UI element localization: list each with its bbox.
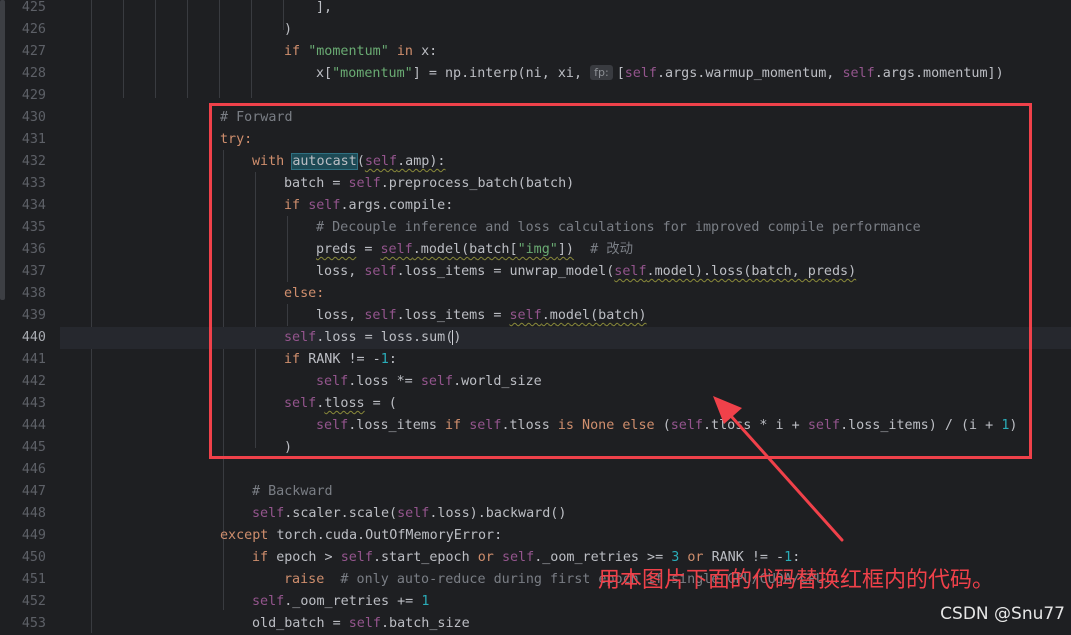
watermark: CSDN @Snu77 bbox=[940, 604, 1065, 624]
annotation-arrow-icon bbox=[713, 396, 844, 542]
annotation-text: 用本图片下面的代码替换红框内的代码。 bbox=[598, 568, 995, 593]
